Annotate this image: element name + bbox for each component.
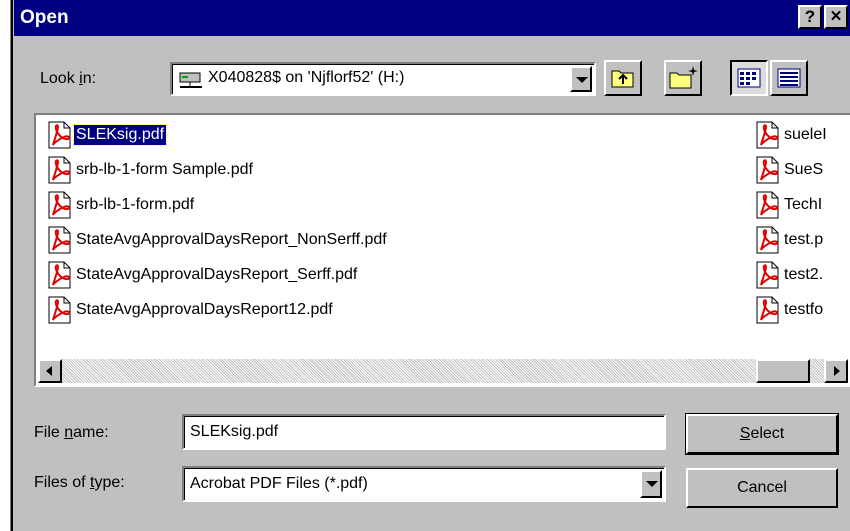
file-item-label: testfo [784, 301, 824, 318]
file-item-label: StateAvgApprovalDaysReport_NonSerff.pdf [76, 231, 387, 248]
file-item-label: StateAvgApprovalDaysReport_Serff.pdf [76, 266, 358, 283]
pdf-file-icon [756, 261, 779, 289]
file-item-label: TechI [784, 196, 823, 213]
file-item-label: sueleI [784, 126, 827, 143]
look-in-dropdown-arrow[interactable] [570, 66, 592, 92]
list-view-icon [737, 68, 761, 88]
title-bar[interactable]: Open ? ✕ [14, 0, 850, 36]
details-view-button[interactable] [770, 60, 808, 96]
pdf-file-icon [48, 191, 71, 219]
look-in-value: X040828$ on 'Njflorf52' (H:) [208, 69, 405, 86]
pdf-file-icon [756, 121, 779, 149]
file-item-label: test.p [784, 231, 824, 248]
file-type-value: Acrobat PDF Files (*.pdf) [190, 475, 368, 492]
horizontal-scrollbar[interactable] [38, 359, 848, 383]
file-item[interactable]: testfo [754, 294, 825, 326]
scroll-left-arrow-icon [46, 366, 52, 376]
file-item[interactable]: SLEKsig.pdf [46, 119, 168, 151]
file-name-label: File name: [34, 424, 109, 441]
pdf-file-icon [756, 226, 779, 254]
file-item[interactable]: TechI [754, 189, 824, 221]
scroll-thumb[interactable] [756, 359, 810, 383]
up-one-level-button[interactable] [604, 60, 642, 96]
file-item-label: SueS [784, 161, 824, 178]
file-item-label: StateAvgApprovalDaysReport12.pdf [76, 301, 333, 318]
scroll-right-arrow-icon [834, 366, 840, 376]
file-item[interactable]: StateAvgApprovalDaysReport_NonSerff.pdf [46, 224, 389, 256]
details-view-icon [777, 68, 801, 88]
file-item[interactable]: test2. [754, 259, 825, 291]
file-type-combo[interactable]: Acrobat PDF Files (*.pdf) [182, 466, 666, 502]
pdf-file-icon [48, 261, 71, 289]
scroll-right-button[interactable] [824, 359, 848, 383]
cancel-button[interactable]: Cancel [686, 468, 838, 508]
look-in-label: Look in: [40, 70, 97, 87]
file-item[interactable]: StateAvgApprovalDaysReport_Serff.pdf [46, 259, 359, 291]
open-dialog: Open ? ✕ Look in: X040828$ on 'Njflorf52… [14, 0, 850, 531]
look-in-combo[interactable]: X040828$ on 'Njflorf52' (H:) [170, 62, 596, 96]
list-view-button[interactable] [730, 60, 768, 96]
file-item[interactable]: SueS [754, 154, 825, 186]
window-title: Open [20, 7, 69, 28]
file-item[interactable]: srb-lb-1-form Sample.pdf [46, 154, 255, 186]
pdf-file-icon [48, 121, 71, 149]
network-drive-icon [179, 72, 202, 88]
pdf-file-icon [48, 226, 71, 254]
up-one-level-icon [611, 70, 634, 88]
pdf-file-icon [756, 156, 779, 184]
file-list[interactable]: SLEKsig.pdf srb-lb-1-form Sample.pdf srb-l… [34, 113, 850, 387]
file-type-dropdown-arrow[interactable] [640, 470, 662, 498]
file-item-label: srb-lb-1-form Sample.pdf [76, 161, 253, 178]
file-item[interactable]: StateAvgApprovalDaysReport12.pdf [46, 294, 335, 326]
background-window-edge [0, 0, 11, 531]
file-item-label: test2. [784, 266, 824, 283]
help-button[interactable]: ? [798, 5, 822, 29]
scroll-left-button[interactable] [38, 359, 62, 383]
pdf-file-icon [756, 191, 779, 219]
file-item[interactable]: test.p [754, 224, 825, 256]
background-window-border [11, 0, 13, 531]
new-folder-icon [669, 66, 698, 89]
file-name-value: SLEKsig.pdf [190, 423, 279, 440]
file-item[interactable]: srb-lb-1-form.pdf [46, 189, 196, 221]
pdf-file-icon [48, 156, 71, 184]
file-item-label: SLEKsig.pdf [72, 124, 168, 146]
file-name-input[interactable]: SLEKsig.pdf [182, 414, 666, 450]
pdf-file-icon [48, 296, 71, 324]
file-item-label: srb-lb-1-form.pdf [76, 196, 195, 213]
file-type-label: Files of type: [34, 474, 125, 491]
new-folder-button[interactable] [664, 60, 702, 96]
select-button[interactable]: Select [685, 413, 839, 455]
pdf-file-icon [756, 296, 779, 324]
close-button[interactable]: ✕ [824, 5, 848, 29]
file-item[interactable]: sueleI [754, 119, 829, 151]
